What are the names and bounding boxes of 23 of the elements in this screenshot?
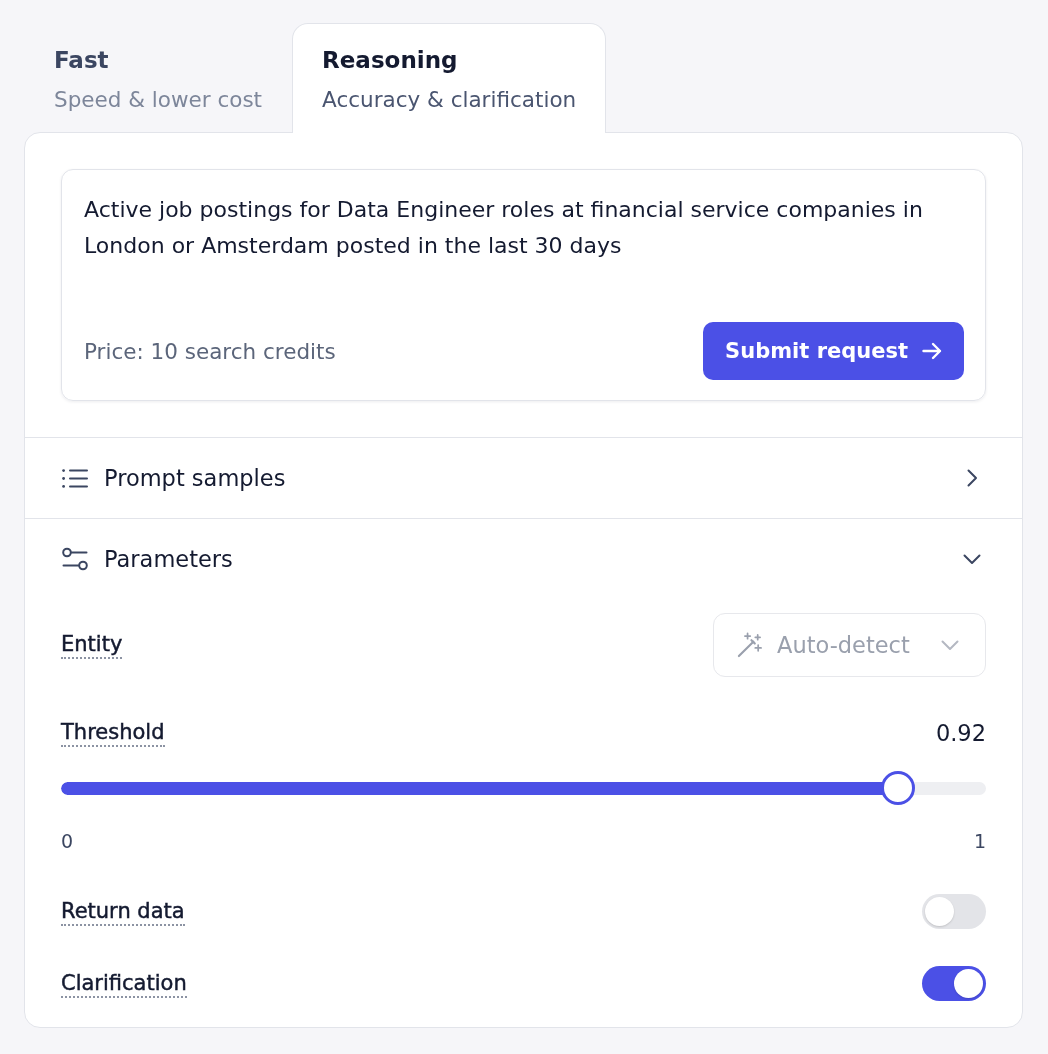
field-label: Entity [61,631,123,659]
field-label: Threshold [61,719,165,747]
arrow-right-icon [922,342,942,360]
submit-button[interactable]: Submit request [703,322,964,380]
accordion-header[interactable]: Parameters [25,519,1022,599]
scale-label: 1 [973,830,986,852]
tab[interactable]: Reasoning Accuracy & clarification [292,23,607,133]
field-label: Return data [61,897,185,926]
slider-thumb[interactable] [880,771,915,805]
sliders-icon [62,547,88,571]
toggle-switch[interactable] [922,894,986,929]
slider-value: 0.92 [935,720,986,746]
scale-label: 0 [61,830,74,852]
field-label: Clarification [61,969,187,998]
chevron-down-icon [941,639,959,651]
slider-track[interactable] [61,771,986,805]
price-label: Price: 10 search credits [84,338,336,364]
tab[interactable]: Fast Speed & lower cost [24,23,293,132]
list-icon [62,468,88,488]
prompt-field[interactable]: Active job postings for Data Engineer roles at financial service companies in London or Amsterdam posted in the last 30 days [84,192,964,322]
magic-wand-icon [736,631,763,659]
toggle-switch[interactable] [922,966,986,1001]
accordion-header[interactable]: Prompt samples [25,438,1022,518]
